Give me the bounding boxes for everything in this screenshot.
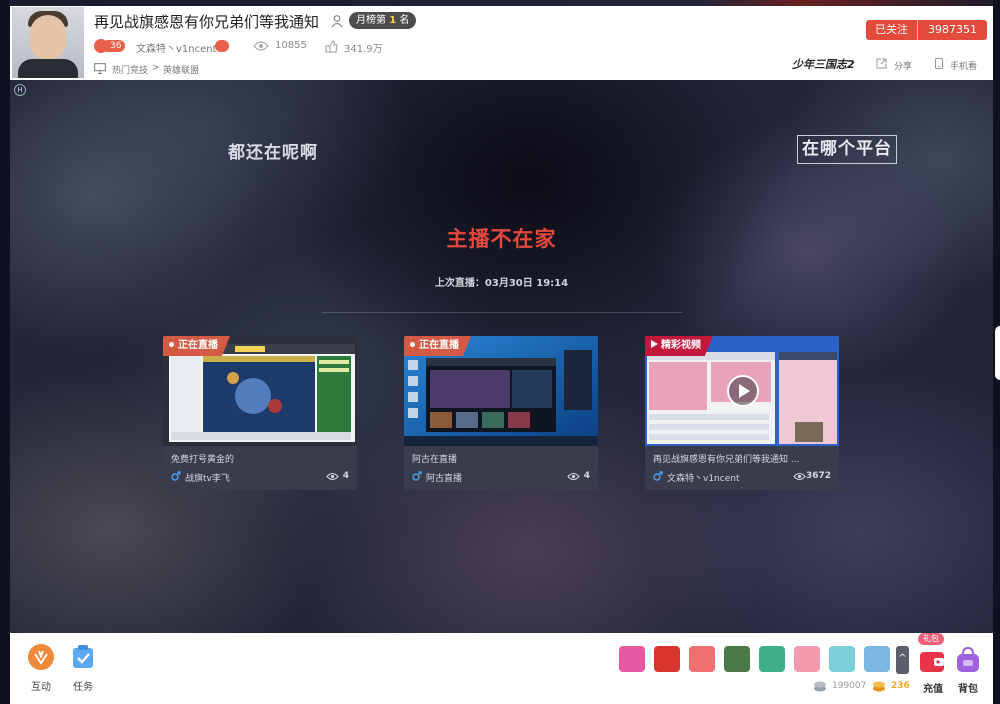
play-icon xyxy=(651,340,658,348)
eye-icon xyxy=(326,472,339,481)
badge-label: 正在直播 xyxy=(419,340,459,351)
recommend-card[interactable]: 正在直播 免费打号黄金的 战旗tv李飞 4 xyxy=(163,336,357,490)
background-caption-right: 在哪个平台 xyxy=(797,135,897,164)
breadcrumb-category[interactable]: 热门竞技 xyxy=(112,63,148,76)
interact-label[interactable]: 互动 xyxy=(31,678,51,693)
room-header: 再见战旗感恩有你兄弟们等我通知 月榜第 1 名 36 文森特丶v1ncent 1… xyxy=(10,6,993,80)
card-anchor-name[interactable]: 阿古直播 xyxy=(426,471,462,484)
card-viewer-count: 4 xyxy=(342,471,349,481)
live-badge: 正在直播 xyxy=(163,336,230,356)
card-viewer-count: 3672 xyxy=(805,471,831,481)
recommend-card[interactable]: 精彩视频 再见战旗感恩有你兄弟们等我通知 ... 文森特丶v1ncent 367… xyxy=(645,336,839,490)
bottom-toolbar: 互动 任务 ^ 礼包 充值 背包 199007 236 xyxy=(10,633,993,704)
game-ad-logo[interactable]: 少年三国志2 xyxy=(792,56,855,72)
right-strip xyxy=(993,0,1000,704)
silver-coin-icon xyxy=(814,681,826,692)
message-icon[interactable] xyxy=(215,40,229,52)
live-badge: 正在直播 xyxy=(404,336,471,356)
hd-icon[interactable]: H xyxy=(14,84,26,96)
last-live-time: 上次直播：03月30日 19:14 xyxy=(434,278,569,289)
viewer-count: 10855 xyxy=(275,40,307,51)
gift-icon[interactable] xyxy=(619,646,645,672)
background-caption-left: 都还在呢啊 xyxy=(228,143,318,163)
gift-icon[interactable] xyxy=(654,646,680,672)
task-icon[interactable] xyxy=(70,644,96,670)
wallet-icon[interactable] xyxy=(918,646,946,674)
player-stage: H 都还在呢啊 在哪个平台 主播不在家 上次直播：03月30日 19:14 正在… xyxy=(10,80,993,633)
follow-count: 3987351 xyxy=(928,23,977,36)
video-badge: 精彩视频 xyxy=(645,336,713,356)
left-strip xyxy=(0,0,10,704)
monitor-icon xyxy=(94,63,106,74)
gold-coin-icon xyxy=(873,681,885,692)
recharge-button[interactable]: 充值 xyxy=(923,680,943,695)
badge-label: 精彩视频 xyxy=(661,340,701,351)
gift-icon[interactable] xyxy=(864,646,890,672)
avatar[interactable] xyxy=(12,7,84,78)
mic-icon xyxy=(94,39,108,53)
breadcrumb-separator: > xyxy=(152,63,160,73)
fans-icon xyxy=(325,40,338,53)
gift-pack-tag[interactable]: 礼包 xyxy=(918,633,944,645)
rank-badge[interactable]: 月榜第 1 名 xyxy=(349,12,417,29)
gift-icon[interactable] xyxy=(829,646,855,672)
watch-on-phone-button[interactable]: 手机看 xyxy=(950,59,977,72)
task-label[interactable]: 任务 xyxy=(73,678,93,693)
recommend-card[interactable]: 正在直播 阿古在直播 阿古直播 4 xyxy=(404,336,598,490)
badge-label: 正在直播 xyxy=(178,340,218,351)
eye-icon xyxy=(253,41,269,51)
share-icon[interactable] xyxy=(876,58,887,69)
male-icon xyxy=(171,471,181,481)
avatar-shirt xyxy=(18,59,78,78)
male-icon xyxy=(412,471,422,481)
divider xyxy=(322,312,682,313)
bag-icon[interactable] xyxy=(955,646,981,674)
interact-icon[interactable] xyxy=(28,644,54,670)
person-icon[interactable] xyxy=(330,14,344,28)
app-window: 再见战旗感恩有你兄弟们等我通知 月榜第 1 名 36 文森特丶v1ncent 1… xyxy=(0,0,1000,704)
silver-balance: 199007 xyxy=(832,681,867,691)
more-gifts-button[interactable]: ^ xyxy=(896,646,909,674)
gift-icon[interactable] xyxy=(759,646,785,672)
room-title: 再见战旗感恩有你兄弟们等我通知 xyxy=(94,13,320,31)
rank-badge-suffix: 名 xyxy=(399,15,410,26)
card-title[interactable]: 免费打号黄金的 xyxy=(171,452,351,465)
follow-button[interactable]: 已关注 3987351 xyxy=(866,20,987,40)
level-badge: 36 xyxy=(94,39,128,53)
share-button[interactable]: 分享 xyxy=(894,59,912,72)
card-viewer-count: 4 xyxy=(583,471,590,481)
card-title[interactable]: 阿古在直播 xyxy=(412,452,592,465)
fans-count: 341.9万 xyxy=(344,44,383,55)
side-panel-handle[interactable] xyxy=(995,326,1000,380)
gift-icon[interactable] xyxy=(794,646,820,672)
gold-balance: 236 xyxy=(891,681,910,691)
rank-badge-prefix: 月榜第 xyxy=(356,15,386,26)
card-anchor-name[interactable]: 战旗tv李飞 xyxy=(185,471,230,484)
bag-button[interactable]: 背包 xyxy=(958,680,978,695)
anchor-name[interactable]: 文森特丶v1ncent xyxy=(136,40,217,55)
eye-icon xyxy=(567,472,580,481)
offline-title: 主播不在家 xyxy=(446,227,557,251)
card-title[interactable]: 再见战旗感恩有你兄弟们等我通知 ... xyxy=(653,452,833,465)
gift-icon[interactable] xyxy=(689,646,715,672)
phone-icon[interactable] xyxy=(935,58,943,69)
play-icon[interactable] xyxy=(726,374,760,408)
follow-label: 已关注 xyxy=(866,20,918,40)
gift-icon[interactable] xyxy=(724,646,750,672)
card-anchor-name[interactable]: 文森特丶v1ncent xyxy=(667,471,739,484)
avatar-face xyxy=(30,15,66,59)
male-icon xyxy=(653,471,663,481)
breadcrumb-game[interactable]: 英雄联盟 xyxy=(163,63,199,76)
eye-icon xyxy=(793,472,806,481)
rank-badge-number: 1 xyxy=(389,15,397,26)
